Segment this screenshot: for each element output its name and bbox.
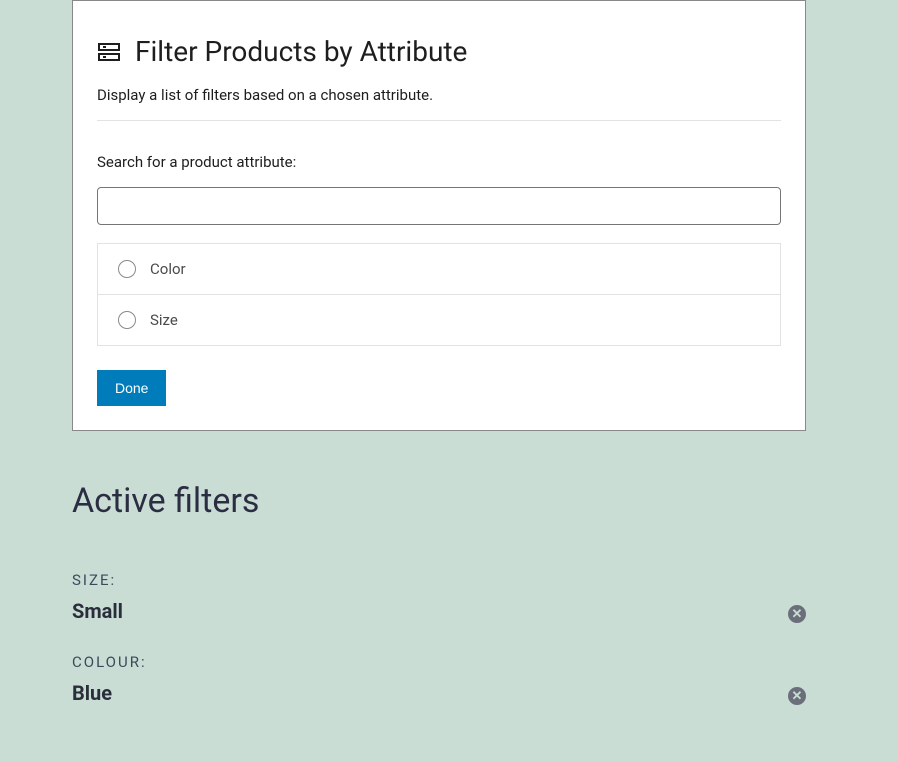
panel-description: Display a list of filters based on a cho… [97,86,781,104]
close-icon: ✕ [792,608,803,621]
done-button[interactable]: Done [97,370,166,406]
attribute-option-color[interactable]: Color [98,244,780,294]
attribute-option-size[interactable]: Size [98,294,780,345]
radio-icon [118,260,136,278]
server-icon [97,40,121,64]
active-filters-section: Active filters SIZE: Small ✕ COLOUR: Blu… [72,481,806,705]
option-label: Size [150,311,178,329]
filter-block-panel: Filter Products by Attribute Display a l… [72,0,806,431]
close-icon: ✕ [792,690,803,703]
panel-header: Filter Products by Attribute [97,35,781,68]
filter-value: Blue [72,681,806,705]
active-filter-row: SIZE: Small ✕ [72,571,806,623]
active-filter-row: COLOUR: Blue ✕ [72,653,806,705]
attribute-option-list: Color Size [97,243,781,346]
panel-title: Filter Products by Attribute [135,35,467,68]
filter-attribute-label: SIZE: [72,571,806,589]
filter-attribute-label: COLOUR: [72,653,806,671]
divider [97,120,781,121]
search-label: Search for a product attribute: [97,153,781,171]
radio-icon [118,311,136,329]
remove-filter-button[interactable]: ✕ [788,687,806,705]
filter-value: Small [72,599,806,623]
active-filters-heading: Active filters [72,481,806,521]
option-label: Color [150,260,186,278]
remove-filter-button[interactable]: ✕ [788,605,806,623]
attribute-search-input[interactable] [97,187,781,225]
